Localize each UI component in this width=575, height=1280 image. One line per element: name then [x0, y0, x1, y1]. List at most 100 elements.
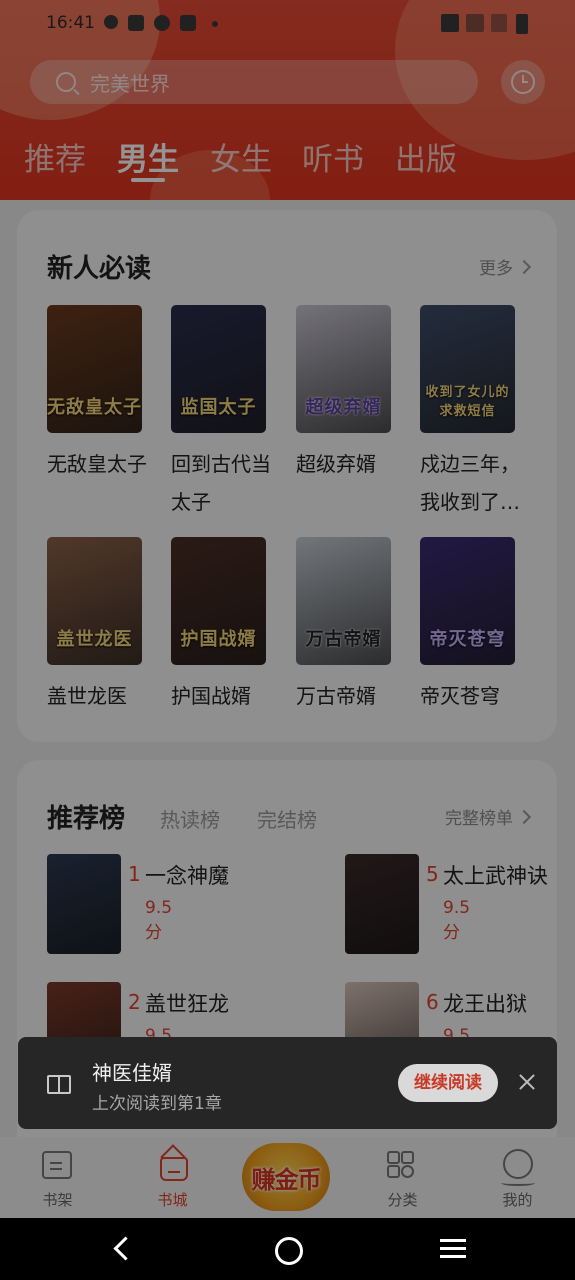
book-score: 9.5分: [443, 898, 471, 943]
nav-category[interactable]: 分类: [345, 1137, 460, 1218]
home-button-icon[interactable]: [275, 1237, 303, 1265]
tab-hot-reading[interactable]: 热读榜: [160, 804, 220, 833]
battery-icon: [516, 14, 528, 34]
book-cover: 盖世龙医: [47, 537, 142, 665]
earn-coins-label: 赚金币: [251, 1165, 322, 1194]
nav-profile[interactable]: 我的: [460, 1137, 575, 1218]
mail-icon: [128, 15, 144, 31]
book-cover: [345, 854, 419, 954]
book-cover: 收到了女儿的求救短信: [420, 305, 515, 433]
book-card[interactable]: 收到了女儿的求救短信 戍边三年，我收到了…: [420, 305, 530, 521]
top-header: 16:41 完美世界 推荐 男生 女生 听书 出版: [0, 0, 575, 200]
wifi-icon: [466, 14, 484, 32]
nav-label: 书城: [157, 1191, 188, 1209]
book-title: 盖世龙医: [47, 684, 127, 708]
section-title: 新人必读: [47, 254, 152, 284]
rank-number: 5: [426, 862, 439, 886]
more-label: 更多: [479, 259, 513, 279]
book-title: 帝灭苍穹: [420, 684, 500, 708]
tab-publish[interactable]: 出版: [395, 134, 457, 179]
book-card[interactable]: 万古帝婿 万古帝婿: [296, 537, 406, 715]
book-cover: 监国太子: [171, 305, 266, 433]
book-cover: 无敌皇太子: [47, 305, 142, 433]
cover-title: 护国战婿: [180, 629, 257, 650]
book-card[interactable]: 帝灭苍穹 帝灭苍穹: [420, 537, 530, 715]
clock-icon: [511, 70, 535, 94]
cover-title: 万古帝婿: [305, 629, 382, 650]
book-card[interactable]: 监国太子 回到古代当太子: [171, 305, 281, 521]
book-title: 龙王出狱: [443, 992, 527, 1016]
cover-title: 监国太子: [180, 397, 257, 418]
status-bar: 16:41: [0, 0, 575, 46]
book-cover: 帝灭苍穹: [420, 537, 515, 665]
grid-icon: [387, 1151, 415, 1179]
cover-title: 帝灭苍穹: [429, 629, 506, 650]
nav-bookshelf[interactable]: 书架: [0, 1137, 115, 1218]
search-placeholder: 完美世界: [90, 71, 170, 96]
book-cover: 护国战婿: [171, 537, 266, 665]
book-title: 盖世狂龙: [145, 992, 229, 1016]
close-icon[interactable]: [518, 1073, 536, 1091]
book-title: 戍边三年，我收到了…: [420, 452, 520, 514]
book-title: 一念神魔: [145, 864, 229, 888]
new-reader-section: 新人必读 更多 无敌皇太子 无敌皇太子 监国太子 回到古代当太子 超级弃婿 超级…: [17, 210, 557, 742]
tab-completed[interactable]: 完结榜: [257, 804, 317, 833]
last-read-progress: 上次阅读到第1章: [92, 1094, 222, 1114]
cover-title: 收到了女儿的求救短信: [425, 385, 510, 419]
cover-title: 无敌皇太子: [47, 397, 142, 418]
book-score: 9.5分: [145, 898, 173, 943]
book-title: 护国战婿: [171, 684, 251, 708]
ranking-title[interactable]: 推荐榜: [47, 804, 125, 834]
active-tab-indicator: [131, 178, 165, 182]
recent-apps-icon[interactable]: [440, 1239, 466, 1242]
tab-recommend[interactable]: 推荐: [24, 134, 86, 179]
shield-icon: [104, 15, 118, 29]
book-cover: 万古帝婿: [296, 537, 391, 665]
nav-label: 分类: [387, 1191, 418, 1209]
book-title: 超级弃婿: [296, 452, 376, 476]
notification-icon: [154, 15, 170, 31]
tab-audiobook[interactable]: 听书: [302, 134, 364, 179]
cover-title: 超级弃婿: [305, 397, 382, 418]
full-ranking-link[interactable]: 完整榜单: [445, 804, 532, 829]
earn-coins-button[interactable]: 赚金币: [242, 1143, 330, 1211]
nav-label: 书架: [42, 1191, 73, 1209]
book-cover: [47, 854, 121, 954]
rank-number: 6: [426, 990, 439, 1014]
tab-female[interactable]: 女生: [210, 134, 272, 179]
last-book-title: 神医佳婿: [92, 1061, 172, 1085]
search-bar[interactable]: 完美世界: [30, 60, 478, 104]
rank-number: 2: [128, 990, 141, 1014]
history-button[interactable]: [501, 60, 545, 104]
book-card[interactable]: 超级弃婿 超级弃婿: [296, 305, 406, 483]
more-link[interactable]: 更多: [479, 254, 532, 279]
more-notifications-dot: [212, 21, 218, 27]
signal-icon: [491, 14, 507, 32]
book-title: 太上武神诀: [443, 864, 548, 888]
continue-reading-button[interactable]: 继续阅读: [398, 1064, 498, 1102]
book-card[interactable]: 盖世龙医 盖世龙医: [47, 537, 157, 715]
open-book-icon: [47, 1075, 71, 1094]
book-card[interactable]: 无敌皇太子 无敌皇太子: [47, 305, 157, 483]
home-icon: [160, 1157, 188, 1181]
cover-title: 盖世龙医: [56, 629, 133, 650]
tab-male[interactable]: 男生: [117, 134, 179, 179]
nav-label: 我的: [502, 1191, 533, 1209]
book-title: 无敌皇太子: [47, 452, 147, 476]
nav-bookstore[interactable]: 书城: [115, 1137, 230, 1218]
continue-reading-bar[interactable]: 神医佳婿 上次阅读到第1章 继续阅读: [18, 1037, 557, 1129]
search-icon: [56, 72, 76, 92]
chevron-right-icon: [516, 259, 532, 275]
mail-icon: [180, 15, 196, 31]
profile-icon: [501, 1149, 535, 1186]
full-ranking-label: 完整榜单: [445, 809, 513, 829]
book-title: 回到古代当太子: [171, 452, 271, 514]
category-tabs: 推荐 男生 女生 听书 出版: [0, 130, 575, 190]
ranking-tabs: 推荐榜 热读榜 完结榜: [47, 798, 317, 835]
chevron-right-icon: [516, 809, 532, 825]
book-cover: 超级弃婿: [296, 305, 391, 433]
book-title: 万古帝婿: [296, 684, 376, 708]
status-time: 16:41: [46, 13, 95, 33]
book-card[interactable]: 护国战婿 护国战婿: [171, 537, 281, 715]
bookshelf-icon: [42, 1151, 72, 1179]
